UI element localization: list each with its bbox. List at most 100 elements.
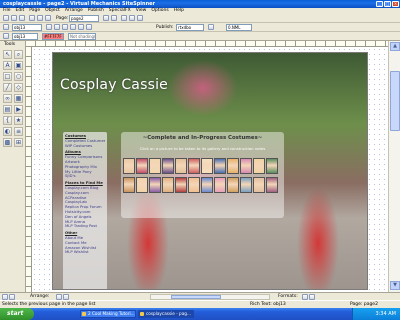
costume-thumbnail[interactable]: [175, 158, 187, 174]
costume-thumbnail[interactable]: [162, 158, 174, 174]
pointer-icon[interactable]: ↖: [3, 50, 12, 59]
formats-label: Formats:: [278, 294, 298, 299]
next-page-icon[interactable]: [111, 15, 117, 21]
status-bar: Selects the previous page in the page li…: [0, 300, 400, 308]
color-icon[interactable]: ◐: [3, 127, 12, 136]
object-name-field[interactable]: obj13: [12, 24, 42, 31]
sidebar-link[interactable]: MLP Trading Post: [65, 224, 105, 229]
new-icon[interactable]: [3, 15, 9, 21]
shading-field[interactable]: Not shading(s): [68, 33, 96, 40]
costume-thumbnail[interactable]: [253, 177, 265, 193]
panel-title: ~Complete and In-Progress Costumes~: [142, 135, 263, 141]
align-icon[interactable]: ⊞: [14, 138, 23, 147]
site-title: Cosplay Cassie: [60, 77, 168, 93]
windows-taskbar: start 2 Cool Making Tutori... cosplaycas…: [0, 308, 400, 320]
costume-thumbnail[interactable]: [253, 158, 265, 174]
clock: 3:34 AM: [375, 311, 396, 317]
costume-thumbnail[interactable]: [123, 158, 135, 174]
save-icon[interactable]: [19, 15, 25, 21]
system-tray: 3:34 AM: [352, 308, 400, 320]
minimize-button[interactable]: _: [376, 1, 383, 7]
shape-icon[interactable]: ★: [14, 116, 23, 125]
sidebar-link[interactable]: MLP Wishlist: [65, 250, 105, 255]
browser-icon[interactable]: [137, 15, 143, 21]
maximize-button[interactable]: □: [384, 1, 391, 7]
color-value-field[interactable]: #FF7F7F: [42, 33, 64, 40]
copy-icon[interactable]: [37, 15, 43, 21]
preview-icon[interactable]: [121, 15, 127, 21]
cut-icon[interactable]: [29, 15, 35, 21]
line-icon[interactable]: ╱: [3, 83, 12, 92]
object-toolbar: obj13 Publish: rtxdbo 0.NML: [0, 23, 400, 32]
taskbar-item[interactable]: 2 Cool Making Tutori...: [80, 310, 136, 318]
costume-thumbnail[interactable]: [162, 177, 174, 193]
web-page-canvas[interactable]: Cosplay Cassie Costumes Completed Costum…: [52, 52, 368, 290]
status-message: Selects the previous page in the page li…: [2, 302, 96, 307]
publish-format-select[interactable]: 0.NML: [226, 24, 252, 31]
page-select[interactable]: page2: [69, 15, 99, 22]
align-center-icon[interactable]: [78, 24, 84, 30]
media-icon[interactable]: ▶: [14, 105, 23, 114]
text-icon[interactable]: A: [3, 61, 12, 70]
site-sidebar: Costumes Completed Costumes WIP Costumes…: [63, 132, 107, 289]
publish-target-select[interactable]: rtxdbo: [176, 24, 204, 31]
costume-thumbnail[interactable]: [214, 158, 226, 174]
group-icon[interactable]: ▩: [3, 138, 12, 147]
costume-thumbnail[interactable]: [149, 177, 161, 193]
rectangle-icon[interactable]: □: [3, 72, 12, 81]
prev-page-icon[interactable]: [103, 15, 109, 21]
costume-thumbnail[interactable]: [175, 177, 187, 193]
costume-thumbnail[interactable]: [149, 158, 161, 174]
costume-thumbnail[interactable]: [188, 158, 200, 174]
vertical-scrollbar[interactable]: ▲ ▼: [388, 41, 400, 292]
link-icon[interactable]: ∞: [3, 94, 12, 103]
costume-thumbnail[interactable]: [227, 158, 239, 174]
open-icon[interactable]: [11, 15, 17, 21]
costume-thumbnail[interactable]: [188, 177, 200, 193]
object-field[interactable]: obj13: [12, 33, 38, 40]
publish-icon[interactable]: [129, 15, 135, 21]
script-icon[interactable]: {: [3, 116, 12, 125]
costume-thumbnail[interactable]: [136, 158, 148, 174]
align-right-icon[interactable]: [86, 24, 92, 30]
start-button[interactable]: start: [0, 308, 34, 320]
costume-thumbnail[interactable]: [266, 177, 278, 193]
costume-thumbnail-grid: [123, 158, 282, 196]
taskbar-item-active[interactable]: cosplaycassie - pag...: [138, 310, 194, 318]
image-icon[interactable]: ▣: [14, 61, 23, 70]
sidebar-link[interactable]: WIP Costumes: [65, 144, 105, 149]
costume-thumbnail[interactable]: [201, 158, 213, 174]
polygon-icon[interactable]: ◇: [14, 83, 23, 92]
ellipse-icon[interactable]: ○: [14, 72, 23, 81]
tools-palette: Tools ↖ ⌕ A ▣ □ ○ ╱ ◇ ∞ ▦ ▤ ▶ { ★ ◐ ≡ ▩ …: [0, 41, 26, 300]
publish-settings-icon[interactable]: [208, 24, 214, 30]
scroll-down-icon[interactable]: ▼: [390, 281, 400, 290]
costume-thumbnail[interactable]: [123, 177, 135, 193]
sidebar-link[interactable]: SJID's: [65, 174, 105, 179]
scroll-thumb[interactable]: [390, 71, 400, 131]
costume-thumbnail[interactable]: [240, 158, 252, 174]
zoom-icon[interactable]: ⌕: [14, 50, 23, 59]
italic-icon[interactable]: [54, 24, 60, 30]
align-left-icon[interactable]: [70, 24, 76, 30]
underline-icon[interactable]: [62, 24, 68, 30]
bold-icon[interactable]: [46, 24, 52, 30]
object-icon[interactable]: [3, 24, 9, 30]
close-button[interactable]: ×: [392, 1, 399, 7]
costumes-panel: ~Complete and In-Progress Costumes~ Clic…: [121, 132, 284, 218]
costume-thumbnail[interactable]: [201, 177, 213, 193]
canvas-workspace[interactable]: Cosplay Cassie Costumes Completed Costum…: [32, 47, 388, 292]
paste-icon[interactable]: [45, 15, 51, 21]
color-picker-icon[interactable]: [3, 33, 9, 39]
costume-thumbnail[interactable]: [227, 177, 239, 193]
costume-thumbnail[interactable]: [240, 177, 252, 193]
costume-thumbnail[interactable]: [214, 177, 226, 193]
scroll-up-icon[interactable]: ▲: [390, 42, 400, 51]
layer-icon[interactable]: ≡: [14, 127, 23, 136]
costume-thumbnail[interactable]: [266, 158, 278, 174]
table-icon[interactable]: ▦: [14, 94, 23, 103]
app-icon: [82, 312, 86, 316]
form-icon[interactable]: ▤: [3, 105, 12, 114]
costume-thumbnail[interactable]: [136, 177, 148, 193]
hscroll-thumb[interactable]: [171, 295, 221, 299]
